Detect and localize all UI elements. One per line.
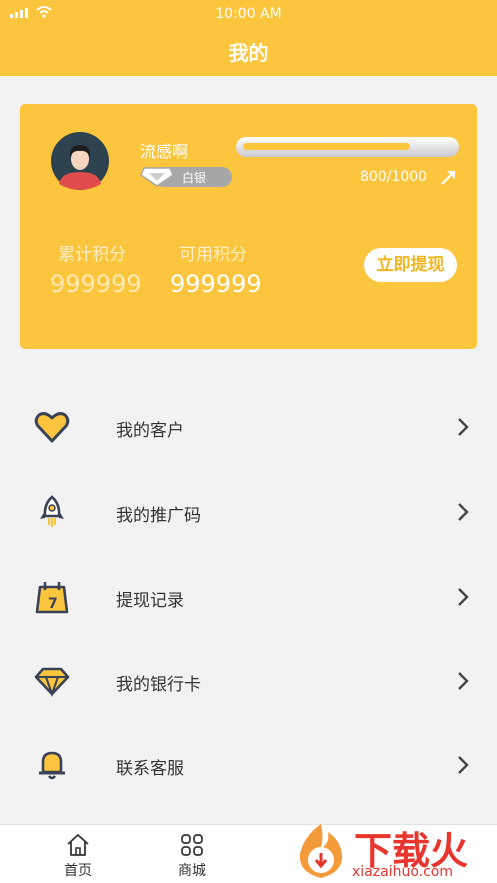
profile-card: 流感啊 白银 800/1000 累计积分 999999 可用积分 999999 … — [20, 104, 477, 349]
chevron-right-icon — [458, 503, 469, 521]
bell-icon — [39, 751, 65, 780]
watermark-domain: xiazaihuo.com — [352, 864, 453, 880]
menu-label: 我的银行卡 — [116, 675, 201, 695]
username: 流感啊 — [140, 142, 189, 161]
chevron-right-icon — [458, 672, 469, 690]
menu-item-customers[interactable]: 我的客户 — [0, 392, 497, 462]
level-progress-bar — [236, 137, 459, 157]
menu-item-promo-code[interactable]: 我的推广码 — [0, 477, 497, 547]
menu-label: 提现记录 — [116, 591, 184, 611]
rocket-icon — [40, 495, 64, 527]
diamond-icon — [34, 667, 70, 698]
tab-mall[interactable]: 商城 — [152, 825, 232, 883]
progress-text: 800/1000 — [360, 169, 428, 185]
progress-fill — [243, 143, 410, 150]
menu-item-withdraw-records[interactable]: 7 提现记录 — [0, 562, 497, 632]
svg-text:7: 7 — [48, 596, 58, 612]
watermark: 下载火 xiazaihuo.com — [290, 818, 497, 883]
status-bar: 10:00 AM — [0, 0, 497, 26]
calendar-icon: 7 — [35, 582, 69, 614]
status-time: 10:00 AM — [215, 6, 282, 22]
chevron-right-icon — [458, 418, 469, 436]
home-icon — [67, 834, 89, 856]
menu-label: 我的客户 — [116, 421, 184, 441]
tab-home[interactable]: 首页 — [38, 825, 118, 883]
withdraw-button[interactable]: 立即提现 — [364, 248, 457, 282]
menu-item-bank-card[interactable]: 我的银行卡 — [0, 646, 497, 716]
silver-diamond-icon — [140, 167, 174, 187]
menu-label: 联系客服 — [116, 759, 184, 779]
grid-icon — [181, 834, 203, 856]
chevron-right-icon — [458, 588, 469, 606]
badge-label: 白银 — [182, 171, 207, 185]
tab-label: 商城 — [178, 863, 206, 879]
points-available-value: 999999 — [170, 270, 262, 298]
watermark-logo-icon — [299, 824, 343, 878]
points-total-value: 999999 — [50, 270, 142, 298]
menu-label: 我的推广码 — [116, 506, 201, 526]
header-bar: 10:00 AM 我的 — [0, 0, 497, 76]
avatar[interactable] — [47, 132, 113, 190]
tab-label: 首页 — [64, 863, 92, 879]
page-title: 我的 — [228, 41, 269, 65]
chevron-right-icon — [458, 756, 469, 774]
menu-item-customer-service[interactable]: 联系客服 — [0, 730, 497, 800]
points-available-label: 可用积分 — [179, 245, 247, 265]
points-total-label: 累计积分 — [58, 245, 126, 265]
heart-icon — [34, 412, 70, 443]
trend-arrow-icon — [441, 171, 455, 185]
level-badge: 白银 — [140, 165, 232, 187]
